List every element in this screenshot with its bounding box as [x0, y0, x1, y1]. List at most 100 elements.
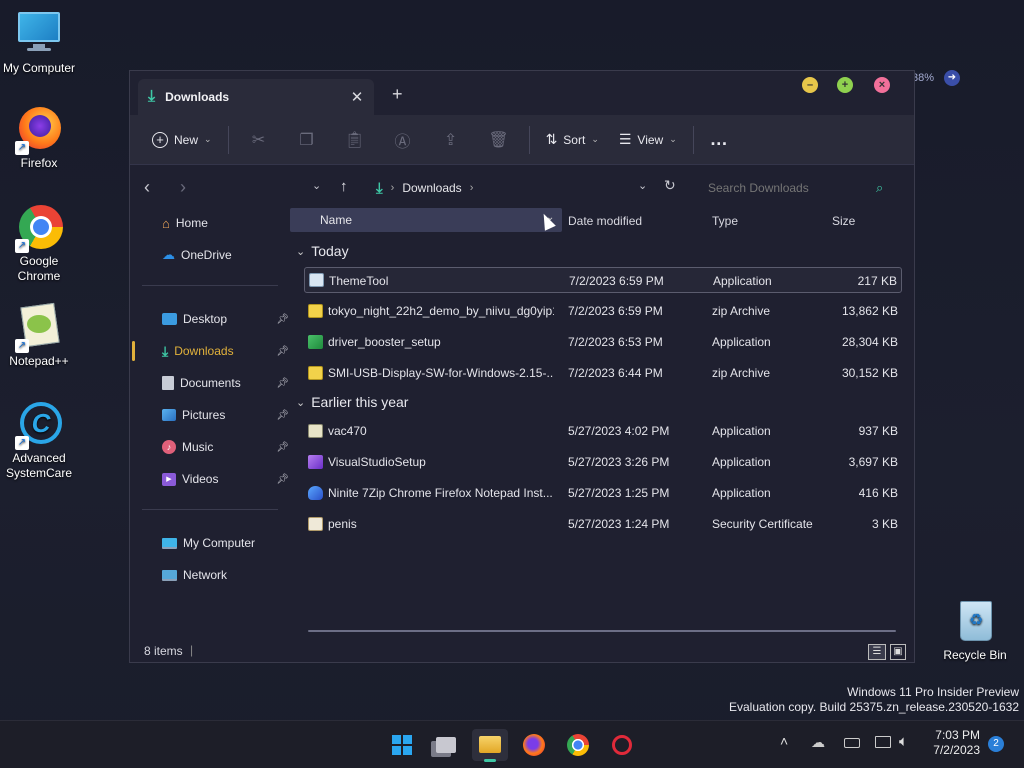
- file-explorer-window: ⤓ Downloads ✕ + – + × + New ⌄ ✂ ❐ 📋︎ Ⓐ ⇪…: [129, 70, 915, 663]
- breadcrumb[interactable]: ⤓ › Downloads ›: [376, 173, 656, 203]
- file-row[interactable]: driver_booster_setup 7/2/2023 6:53 PM Ap…: [304, 329, 902, 355]
- network-status-icon[interactable]: [875, 736, 891, 748]
- minimize-button[interactable]: –: [802, 77, 818, 93]
- clock[interactable]: 7:03 PM 7/2/2023: [928, 728, 980, 758]
- search-input[interactable]: [702, 175, 872, 201]
- sidebar-item-pictures[interactable]: Pictures 📌︎: [162, 403, 289, 427]
- rename-icon[interactable]: Ⓐ: [379, 128, 427, 152]
- forward-arrow-icon[interactable]: ›: [180, 177, 186, 198]
- delete-icon[interactable]: 🗑︎: [475, 130, 523, 150]
- view-button[interactable]: ☰ View ⌄: [609, 124, 687, 156]
- keyboard-icon[interactable]: [844, 738, 860, 748]
- sidebar-item-label: Videos: [182, 472, 219, 486]
- details-view-icon[interactable]: ☰: [868, 644, 886, 660]
- back-arrow-icon[interactable]: ‹: [144, 177, 150, 198]
- group-header-today[interactable]: ⌄ Today: [296, 243, 349, 259]
- desktop-icon-my-computer[interactable]: My Computer: [0, 10, 78, 76]
- desktop-icon-label: My Computer: [2, 61, 76, 75]
- cloud-icon: ☁: [162, 247, 175, 262]
- tab-downloads[interactable]: ⤓ Downloads ✕: [138, 79, 374, 115]
- column-header-date[interactable]: Date modified: [568, 208, 642, 234]
- status-separator: |: [190, 643, 194, 657]
- maximize-button[interactable]: +: [837, 77, 853, 93]
- file-date: 7/2/2023 6:59 PM: [568, 304, 663, 318]
- command-bar: + New ⌄ ✂ ❐ 📋︎ Ⓐ ⇪ 🗑︎ ⇅ Sort ⌄ ☰ View ⌄ …: [130, 115, 914, 165]
- file-date: 7/2/2023 6:59 PM: [569, 274, 664, 288]
- sidebar-item-label: Network: [183, 568, 228, 582]
- taskbar-firefox[interactable]: [516, 729, 552, 761]
- column-header-name[interactable]: Name ⌄: [290, 208, 562, 232]
- sidebar-item-desktop[interactable]: Desktop 📌︎: [162, 307, 289, 331]
- breadcrumb-item[interactable]: Downloads: [402, 181, 461, 195]
- sidebar-item-videos[interactable]: ▶ Videos 📌︎: [162, 467, 289, 491]
- recent-chevron-icon[interactable]: ⌄: [312, 179, 321, 192]
- sidebar-item-documents[interactable]: Documents 📌︎: [162, 371, 289, 395]
- zip-archive-icon: [308, 366, 323, 380]
- chevron-up-icon[interactable]: ˄: [780, 733, 788, 749]
- application-icon: [309, 273, 324, 287]
- sidebar-item-downloads[interactable]: ⤓ Downloads 📌︎: [162, 339, 289, 363]
- desktop-icon-chrome[interactable]: ↗ Google Chrome: [0, 203, 78, 284]
- file-row[interactable]: penis 5/27/2023 1:24 PM Security Certifi…: [304, 511, 902, 537]
- sort-icon: ⇅: [545, 131, 558, 147]
- view-label: View: [637, 132, 664, 147]
- status-bar: 8 items | ☰ ▣: [130, 641, 916, 663]
- sidebar-item-label: Downloads: [174, 344, 234, 358]
- refresh-icon[interactable]: ↻: [664, 177, 676, 194]
- task-view-button[interactable]: [428, 729, 464, 761]
- up-arrow-icon[interactable]: ↑: [340, 178, 348, 195]
- sidebar-item-music[interactable]: ♪ Music 📌︎: [162, 435, 289, 459]
- new-button[interactable]: + New ⌄: [142, 124, 222, 156]
- close-button[interactable]: ×: [874, 77, 890, 93]
- sidebar-item-onedrive[interactable]: ☁ OneDrive: [162, 243, 288, 267]
- cut-icon[interactable]: ✂: [235, 130, 283, 150]
- file-row[interactable]: vac470 5/27/2023 4:02 PM Application 937…: [304, 418, 902, 444]
- file-row[interactable]: Ninite 7Zip Chrome Firefox Notepad Inst.…: [304, 480, 902, 506]
- tiles-view-icon[interactable]: ▣: [890, 644, 906, 660]
- desktop-icon-firefox[interactable]: ↗ Firefox: [0, 105, 78, 171]
- sidebar-item-home[interactable]: ⌂ Home: [162, 211, 288, 235]
- file-row[interactable]: tokyo_night_22h2_demo_by_niivu_dg0yip1 7…: [304, 298, 902, 324]
- systemcare-icon: C ↗: [15, 400, 63, 450]
- file-row[interactable]: SMI-USB-Display-SW-for-Windows-2.15-... …: [304, 360, 902, 386]
- search-icon[interactable]: ⌕: [876, 180, 883, 196]
- sidebar-item-my-computer[interactable]: My Computer: [162, 531, 288, 555]
- start-button[interactable]: [384, 729, 420, 761]
- sort-button[interactable]: ⇅ Sort ⌄: [536, 124, 609, 156]
- copy-icon[interactable]: ❐: [283, 130, 331, 150]
- sidebar-item-network[interactable]: Network: [162, 563, 288, 587]
- notification-badge[interactable]: 2: [988, 736, 1004, 752]
- more-options-button[interactable]: …: [700, 124, 739, 156]
- picture-icon: [162, 409, 176, 421]
- sidebar-item-label: Documents: [180, 376, 241, 390]
- file-size: 937 KB: [858, 424, 898, 438]
- desktop-icon-notepadpp[interactable]: ↗ Notepad++: [0, 302, 78, 369]
- file-type: Security Certificate: [712, 517, 813, 531]
- close-tab-icon[interactable]: ✕: [344, 88, 370, 106]
- taskbar-systemcare[interactable]: [604, 729, 640, 761]
- column-header-type[interactable]: Type: [712, 208, 738, 234]
- group-label: Earlier this year: [311, 394, 409, 410]
- horizontal-scrollbar[interactable]: [308, 630, 896, 632]
- desktop-icon-label: Google Chrome: [17, 254, 61, 283]
- file-row[interactable]: VisualStudioSetup 5/27/2023 3:26 PM Appl…: [304, 449, 902, 475]
- volume-icon[interactable]: 🔈︎: [899, 733, 908, 750]
- chrome-icon: [567, 734, 589, 756]
- group-header-earlier[interactable]: ⌄ Earlier this year: [296, 394, 408, 410]
- column-header-size[interactable]: Size: [832, 208, 855, 234]
- file-row[interactable]: ThemeTool 7/2/2023 6:59 PM Application 2…: [304, 267, 902, 293]
- desktop-icon-recycle-bin[interactable]: ♻ Recycle Bin: [936, 597, 1014, 663]
- paste-icon[interactable]: 📋︎: [331, 130, 379, 150]
- desktop-folder-icon: [162, 313, 177, 325]
- address-dropdown-icon[interactable]: ⌄: [638, 179, 647, 192]
- search-box[interactable]: ⌕: [702, 175, 898, 201]
- cloud-offline-icon[interactable]: ☁: [811, 734, 825, 751]
- desktop-icon-systemcare[interactable]: C ↗ Advanced SystemCare: [0, 400, 78, 481]
- taskbar-chrome[interactable]: [560, 729, 596, 761]
- file-date: 5/27/2023 1:24 PM: [568, 517, 670, 531]
- view-list-icon: ☰: [618, 131, 632, 147]
- taskbar-file-explorer[interactable]: [472, 729, 508, 762]
- share-icon[interactable]: ⇪: [427, 130, 475, 150]
- chevron-down-icon: ⌄: [591, 134, 599, 144]
- new-tab-button[interactable]: +: [392, 84, 403, 105]
